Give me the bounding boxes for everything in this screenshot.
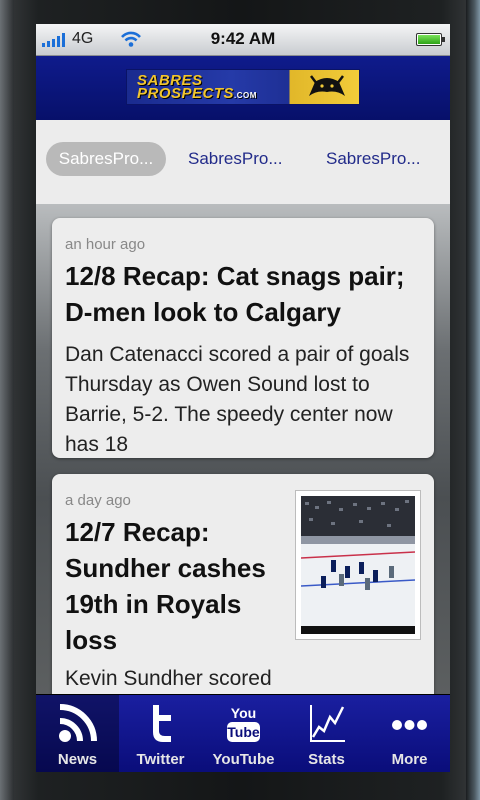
tab-label: Stats bbox=[308, 751, 345, 768]
tab-twitter[interactable]: Twitter bbox=[119, 695, 202, 772]
battery-icon bbox=[416, 33, 445, 46]
feed-tab-bar: SabresPro... SabresPro... SabresPro... bbox=[36, 120, 450, 204]
tab-label: News bbox=[57, 751, 98, 768]
svg-text:You: You bbox=[231, 705, 256, 721]
svg-text:Tube: Tube bbox=[227, 724, 260, 740]
article-summary: Dan Catenacci scored a pair of goals Thu… bbox=[65, 343, 410, 456]
article-time: an hour ago bbox=[65, 236, 146, 253]
news-feed[interactable]: an hour ago 12/8 Recap: Cat snags pair; … bbox=[36, 204, 450, 694]
twitter-icon bbox=[153, 705, 171, 742]
article-card[interactable]: an hour ago 12/8 Recap: Cat snags pair; … bbox=[52, 218, 434, 458]
hockey-game-photo bbox=[301, 496, 415, 634]
feed-tab-3[interactable]: SabresPro... bbox=[326, 142, 421, 176]
article-headline: 12/8 Recap: Cat snags pair; D-men look t… bbox=[65, 261, 405, 327]
logo-line2: PROSPECTS bbox=[137, 85, 235, 102]
article-summary: Kevin Sundher scored bbox=[65, 667, 272, 690]
article-card[interactable]: a day ago 12/7 Recap: Sundher cashes 19t… bbox=[52, 474, 434, 694]
status-bar: 4G 9:42 AM bbox=[36, 24, 450, 56]
logo-suffix: .COM bbox=[234, 91, 257, 100]
article-time: a day ago bbox=[65, 492, 131, 509]
app-screen: 4G 9:42 AM SABRES PROSPECTS.COM SabresPr… bbox=[36, 24, 450, 772]
article-thumbnail[interactable] bbox=[295, 490, 421, 640]
more-dots-icon bbox=[392, 720, 427, 730]
device-edge-left bbox=[0, 0, 14, 800]
tab-label: More bbox=[391, 751, 428, 768]
status-time: 9:42 AM bbox=[210, 29, 276, 48]
tab-label: Twitter bbox=[136, 751, 185, 768]
tab-label: YouTube bbox=[212, 751, 275, 768]
tab-youtube[interactable]: You Tube YouTube bbox=[202, 695, 285, 772]
tab-stats[interactable]: Stats bbox=[285, 695, 368, 772]
sabres-prospects-logo: SABRES PROSPECTS.COM bbox=[126, 69, 360, 105]
bottom-tab-bar: News Twitter You Tube YouTube Stats More bbox=[36, 694, 450, 772]
app-header: SABRES PROSPECTS.COM bbox=[36, 56, 450, 120]
article-headline: 12/7 Recap: Sundher cashes 19th in Royal… bbox=[65, 517, 266, 655]
device-edge-right bbox=[466, 0, 480, 800]
rss-icon bbox=[59, 704, 97, 742]
feed-tab-1[interactable]: SabresPro... bbox=[46, 142, 166, 176]
feed-tab-2[interactable]: SabresPro... bbox=[188, 142, 283, 176]
buffalo-mascot-icon bbox=[309, 75, 345, 96]
tab-news[interactable]: News bbox=[36, 695, 119, 772]
youtube-icon: You Tube bbox=[227, 705, 260, 742]
tab-more[interactable]: More bbox=[368, 695, 450, 772]
stats-chart-icon bbox=[310, 705, 345, 742]
